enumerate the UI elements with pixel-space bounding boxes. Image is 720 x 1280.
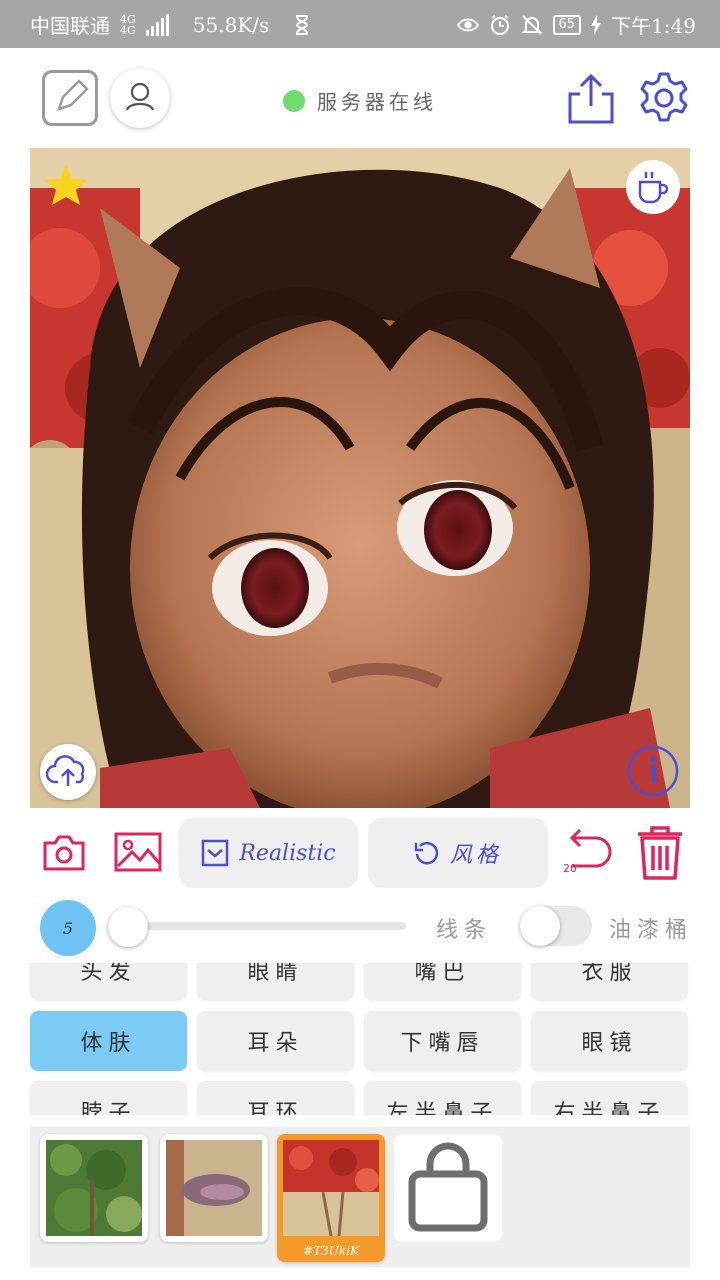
part-ears-button[interactable]: 耳朵 — [197, 1011, 354, 1071]
selected-style-tag: #T3UkiK — [303, 1244, 359, 1258]
charging-icon — [591, 14, 602, 35]
forest-thumbnail-image — [46, 1140, 142, 1236]
server-status-label: 服务器在线 — [317, 90, 437, 114]
face-parts-grid: 头发 眼睛 嘴巴 衣服 体肤 耳朵 下嘴唇 眼镜 脖子 耳环 左半鼻子 右半鼻子 — [0, 963, 720, 1115]
part-label: 下嘴唇 — [400, 1031, 485, 1056]
part-right-nose-button[interactable]: 右半鼻子 — [531, 1081, 688, 1115]
cloud-upload-icon — [45, 755, 85, 786]
star-icon[interactable] — [42, 162, 90, 210]
image-icon — [114, 832, 162, 872]
style-thumbnail-tray: #T3UkiK — [30, 1127, 690, 1267]
trash-icon — [638, 826, 682, 880]
part-label: 嘴巴 — [414, 963, 471, 985]
part-left-nose-button[interactable]: 左半鼻子 — [364, 1081, 521, 1115]
coffee-icon — [638, 172, 669, 204]
part-label: 体肤 — [80, 1031, 137, 1056]
part-hair-button[interactable]: 头发 — [30, 963, 187, 1000]
store-button[interactable] — [394, 1134, 502, 1242]
sand-thumbnail-image — [166, 1140, 262, 1236]
network-type: 4G 4G — [120, 12, 136, 37]
forest-thumbnail[interactable] — [40, 1134, 148, 1242]
server-status: 服务器在线 — [283, 86, 437, 115]
tool-bar: Realistic 风格 20 — [0, 808, 720, 896]
battery-level: 65 — [552, 14, 582, 35]
gallery-button[interactable] — [114, 832, 162, 872]
brush-size-indicator: 5 — [40, 900, 96, 956]
info-icon — [627, 745, 679, 797]
gear-icon — [640, 72, 688, 122]
part-label: 耳朵 — [247, 1031, 304, 1056]
brush-size-slider-thumb[interactable] — [108, 907, 148, 947]
part-clothes-button[interactable]: 衣服 — [531, 963, 688, 1000]
signal-icon — [145, 13, 169, 36]
status-bar: 中国联通 4G 4G 55.8K/s 65 下午1:49 — [0, 0, 720, 48]
user-button[interactable] — [110, 68, 170, 128]
generated-portrait — [30, 148, 690, 808]
settings-button[interactable] — [636, 70, 692, 126]
share-icon — [568, 73, 614, 124]
refresh-icon — [414, 841, 439, 865]
toggle-knob — [520, 906, 560, 946]
brush-controls: 5 线条 油漆桶 — [0, 896, 720, 960]
style-label: 风格 — [449, 843, 502, 868]
paint-bucket-toggle[interactable] — [520, 906, 592, 946]
app-header: 服务器在线 — [0, 48, 720, 148]
part-lower-lip-button[interactable]: 下嘴唇 — [364, 1011, 521, 1071]
edit-button[interactable] — [42, 70, 98, 126]
style-button[interactable]: 风格 — [368, 818, 548, 888]
coffee-button[interactable] — [626, 160, 680, 214]
mute-bell-icon — [521, 14, 542, 35]
shopping-bag-icon — [408, 1142, 488, 1232]
eye-icon — [456, 18, 479, 31]
user-icon — [125, 82, 155, 111]
clock: 下午1:49 — [611, 14, 696, 38]
info-button[interactable] — [626, 744, 680, 798]
part-label: 左半鼻子 — [386, 1101, 499, 1115]
red-flowers-thumbnail[interactable]: #T3UkiK — [277, 1134, 385, 1262]
part-label: 衣服 — [581, 963, 638, 985]
camera-button[interactable] — [42, 834, 86, 872]
part-skin-button[interactable]: 体肤 — [30, 1011, 187, 1071]
network-speed: 55.8K/s — [192, 12, 270, 37]
hourglass-icon — [296, 14, 309, 35]
brush-size-slider[interactable] — [118, 922, 406, 930]
carrier-name: 中国联通 — [30, 14, 110, 38]
alarm-icon — [490, 14, 509, 35]
edit-icon — [57, 79, 89, 111]
part-label: 眼睛 — [247, 963, 304, 985]
part-eyes-button[interactable]: 眼睛 — [197, 963, 354, 1000]
delete-button[interactable] — [634, 824, 686, 882]
mode-label: Realistic — [239, 840, 336, 866]
part-label: 耳环 — [247, 1101, 304, 1115]
camera-icon — [43, 835, 85, 871]
drawing-canvas[interactable] — [30, 148, 690, 808]
undo-count: 20 — [563, 862, 577, 875]
check-square-icon — [202, 839, 229, 867]
lines-label: 线条 — [436, 918, 493, 943]
part-label: 脖子 — [80, 1101, 137, 1115]
server-online-dot — [283, 89, 305, 112]
red-flowers-thumbnail-image — [283, 1140, 379, 1236]
part-label: 右半鼻子 — [553, 1101, 666, 1115]
sand-thumbnail[interactable] — [160, 1134, 268, 1242]
part-label: 眼镜 — [581, 1031, 638, 1056]
cloud-upload-button[interactable] — [40, 744, 96, 800]
share-button[interactable] — [566, 70, 616, 126]
part-mouth-button[interactable]: 嘴巴 — [364, 963, 521, 1000]
part-earrings-button[interactable]: 耳环 — [197, 1081, 354, 1115]
part-glasses-button[interactable]: 眼镜 — [531, 1011, 688, 1071]
part-neck-button[interactable]: 脖子 — [30, 1081, 187, 1115]
part-label: 头发 — [80, 963, 137, 985]
realistic-mode-button[interactable]: Realistic — [179, 818, 358, 888]
paint-bucket-label: 油漆桶 — [609, 918, 694, 943]
